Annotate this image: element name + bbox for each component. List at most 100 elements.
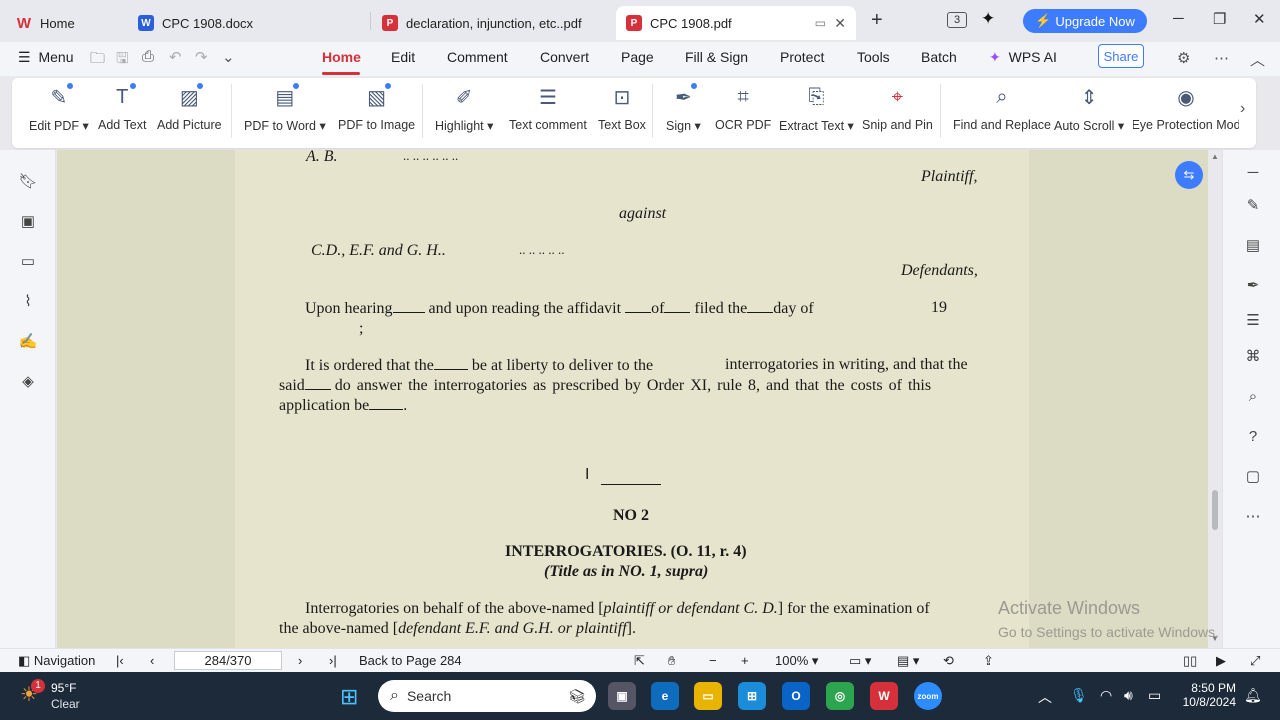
zoom-level[interactable]: 100% ▾ (775, 653, 818, 669)
tab-count-badge[interactable]: 3 (947, 12, 967, 28)
play-icon[interactable]: ▶ (1216, 653, 1226, 669)
pdf-to-image-button[interactable]: ▧ PDF to Image (338, 82, 415, 142)
wps-office-icon[interactable]: W (870, 682, 898, 710)
document-viewport[interactable]: A. B. .. .. .. .. .. .. Plaintiff, again… (57, 150, 1208, 648)
page-number-input[interactable]: 284/370 (174, 651, 282, 670)
translate-panel-icon[interactable]: ⌘ (1243, 346, 1263, 366)
add-text-button[interactable]: T Add Text (98, 82, 146, 142)
task-view-icon[interactable]: ▣ (608, 682, 636, 710)
rotate-icon[interactable]: ⟲ (943, 653, 954, 669)
thumbnails-icon[interactable]: ▣ (18, 211, 38, 231)
scrollbar-thumb[interactable] (1212, 490, 1218, 530)
collapse-panel-icon[interactable]: ─ (1243, 162, 1263, 182)
find-replace-button[interactable]: ⌕ Find and Replace (953, 82, 1051, 142)
edit-pdf-button[interactable]: ✎ Edit PDF ▾ (29, 82, 89, 142)
share-button[interactable]: Share (1098, 44, 1144, 68)
hand-tool-icon[interactable]: ✋︎ (668, 653, 675, 669)
monitor-icon[interactable]: ▭ (815, 16, 826, 30)
menu-home[interactable]: Home (322, 49, 361, 65)
upgrade-now-button[interactable]: ⚡ Upgrade Now (1023, 9, 1147, 33)
menu-fill-sign[interactable]: Fill & Sign (685, 49, 748, 65)
prev-page-icon[interactable]: ‹ (150, 653, 154, 668)
print-icon[interactable]: ⎙ (142, 48, 154, 65)
restore-icon[interactable]: ❐ (1213, 10, 1226, 28)
highlight-button[interactable]: ✐ Highlight ▾ (435, 82, 493, 142)
windows-start-icon[interactable]: ⊞ (340, 684, 358, 710)
snip-pin-button[interactable]: ⌖ Snip and Pin (862, 82, 933, 142)
pdf-to-word-button[interactable]: ▤ PDF to Word ▾ (244, 82, 326, 142)
first-page-icon[interactable]: |‹ (116, 653, 124, 668)
open-folder-icon[interactable]: 🗀 (90, 48, 105, 73)
settings-icon[interactable]: ⚙ (1177, 49, 1190, 67)
minimize-icon[interactable]: ─ (1173, 10, 1184, 27)
select-tool-icon[interactable]: ⇱ (634, 653, 645, 669)
close-tab-icon[interactable]: ✕ (834, 15, 846, 32)
bookmark-icon[interactable]: 🔖︎ (18, 171, 38, 191)
columns-panel-icon[interactable]: ☰ (1243, 310, 1263, 330)
ribbon-next-icon[interactable]: › (1240, 100, 1245, 118)
export-icon[interactable]: ⇪ (983, 653, 994, 669)
system-clock[interactable]: 8:50 PM 10/8/2024 (1180, 681, 1236, 709)
vertical-scrollbar[interactable]: ▲ ▼ (1209, 150, 1221, 648)
add-picture-button[interactable]: ▨ Add Picture (157, 82, 222, 142)
text-comment-button[interactable]: ☰ Text comment (509, 82, 587, 142)
microphone-icon[interactable]: 🎙︎ (1070, 687, 1088, 704)
new-tab-icon[interactable]: + (871, 9, 883, 32)
sign-panel-icon[interactable]: ✒ (1243, 275, 1263, 295)
edit-panel-icon[interactable]: ✎ (1243, 195, 1263, 215)
zoom-in-icon[interactable]: + (741, 653, 749, 668)
comment-icon[interactable]: ▭ (18, 251, 38, 271)
undo-icon[interactable]: ↶ (169, 48, 182, 66)
back-to-page-link[interactable]: Back to Page 284 (359, 653, 462, 668)
tab-cpc-pdf[interactable]: P CPC 1908.pdf ▭ ✕ (616, 6, 856, 40)
scroll-up-icon[interactable]: ▲ (1211, 152, 1219, 161)
store-icon[interactable]: ⊞ (738, 682, 766, 710)
redo-icon[interactable]: ↷ (195, 48, 208, 66)
signature-panel-icon[interactable]: ✍ (18, 331, 38, 351)
next-page-icon[interactable]: › (298, 653, 302, 668)
outlook-icon[interactable]: O (782, 682, 810, 710)
zoom-out-icon[interactable]: − (709, 653, 717, 668)
ocr-pdf-button[interactable]: ⌗ OCR PDF (715, 82, 771, 142)
read-mode-icon[interactable]: ▯▯ (1183, 653, 1197, 669)
wolf-logo-icon[interactable]: ✦ (981, 9, 995, 29)
menu-tools[interactable]: Tools (857, 49, 890, 65)
navigation-toggle[interactable]: ◧ Navigation (18, 653, 95, 669)
fit-page-icon[interactable]: ▭ ▾ (849, 653, 871, 669)
eye-protection-button[interactable]: ◉ Eye Protection Mod (1133, 82, 1239, 142)
menu-button[interactable]: ☰ Menu (18, 49, 73, 66)
search-panel-icon[interactable]: ⌕ (1243, 386, 1263, 406)
document-panel-icon[interactable]: ▤ (1243, 235, 1263, 255)
edge-icon[interactable]: e (651, 682, 679, 710)
layers-icon[interactable]: ◈ (18, 371, 38, 391)
volume-icon[interactable]: 🔊︎ (1124, 687, 1133, 704)
extract-text-button[interactable]: ⎘ Extract Text ▾ (779, 82, 854, 142)
menu-page[interactable]: Page (621, 49, 654, 65)
menu-edit[interactable]: Edit (391, 49, 415, 65)
battery-icon[interactable]: ▭ (1148, 687, 1161, 704)
menu-batch[interactable]: Batch (921, 49, 957, 65)
float-convert-button[interactable]: ⇆ (1175, 161, 1203, 189)
chrome-icon[interactable]: ◎ (826, 682, 854, 710)
tab-home[interactable]: W Home (6, 6, 124, 40)
help-icon[interactable]: ? (1243, 426, 1263, 446)
wifi-icon[interactable]: ◠ (1100, 687, 1112, 704)
attachment-icon[interactable]: ⌇ (18, 291, 38, 311)
file-explorer-icon[interactable]: ▭ (694, 682, 722, 710)
fullscreen-icon[interactable]: ⤢ (1250, 653, 1260, 669)
book-icon[interactable]: ▢ (1243, 466, 1263, 486)
notification-bell-icon[interactable]: 🔔︎ (1244, 687, 1262, 704)
sign-button[interactable]: ✒ Sign ▾ (666, 82, 701, 142)
tab-cpc-docx[interactable]: W CPC 1908.docx (128, 6, 368, 40)
menu-protect[interactable]: Protect (780, 49, 824, 65)
last-page-icon[interactable]: ›| (329, 653, 337, 668)
zoom-app-icon[interactable]: zoom (914, 682, 942, 710)
auto-scroll-button[interactable]: ⇕ Auto Scroll ▾ (1054, 82, 1124, 142)
tab-declaration-pdf[interactable]: P declaration, injunction, etc..pdf (372, 6, 612, 40)
taskbar-search[interactable]: ⌕ Search 📚︎ (378, 680, 596, 712)
menu-comment[interactable]: Comment (447, 49, 508, 65)
menu-convert[interactable]: Convert (540, 49, 589, 65)
save-icon[interactable]: 🖫 (116, 48, 129, 73)
more-panel-icon[interactable]: ⋯ (1243, 506, 1263, 526)
menu-wps-ai[interactable]: ✦ WPS AI (989, 49, 1057, 66)
